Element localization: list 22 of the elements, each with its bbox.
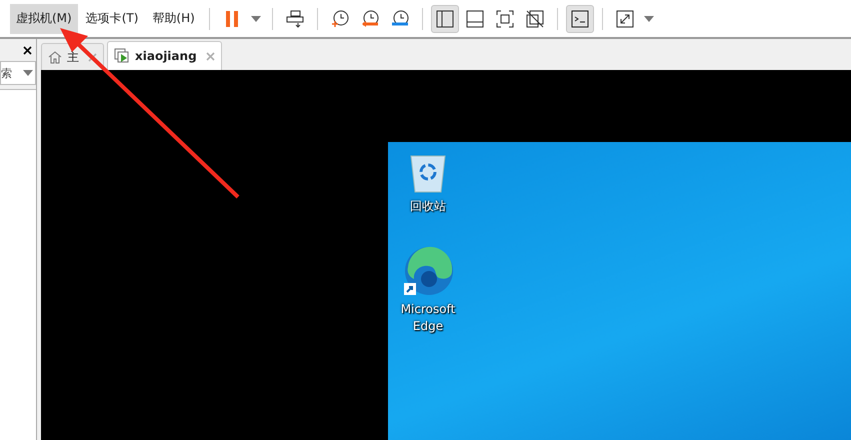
caret-icon bbox=[250, 16, 261, 22]
menu-item[interactable]: 帮助(H) bbox=[146, 4, 201, 34]
tab[interactable]: xiaojiang bbox=[107, 41, 222, 70]
vm-play-icon bbox=[114, 48, 130, 64]
close-icon[interactable] bbox=[23, 46, 32, 54]
home-icon bbox=[48, 50, 62, 64]
stretch-icon bbox=[614, 8, 635, 28]
menu-item[interactable]: 选项卡(T) bbox=[80, 4, 144, 34]
edge-browser-icon bbox=[402, 245, 454, 297]
toolbar-button[interactable] bbox=[566, 4, 594, 32]
clock-arrow-icon bbox=[360, 8, 380, 28]
menu-item[interactable]: 虚拟机(M) bbox=[10, 4, 78, 34]
terminal-icon bbox=[570, 8, 590, 28]
clock-plus-icon bbox=[330, 8, 350, 28]
crossed-window-icon bbox=[524, 8, 545, 28]
caret-icon bbox=[644, 16, 654, 22]
caret-icon bbox=[23, 70, 33, 76]
fullscreen-icon bbox=[494, 8, 515, 28]
bottom-panel-icon bbox=[464, 8, 485, 28]
search-dropdown[interactable]: 索 bbox=[0, 61, 36, 85]
sidebar-layout-icon bbox=[434, 8, 455, 28]
toolbar-button[interactable] bbox=[430, 4, 459, 32]
